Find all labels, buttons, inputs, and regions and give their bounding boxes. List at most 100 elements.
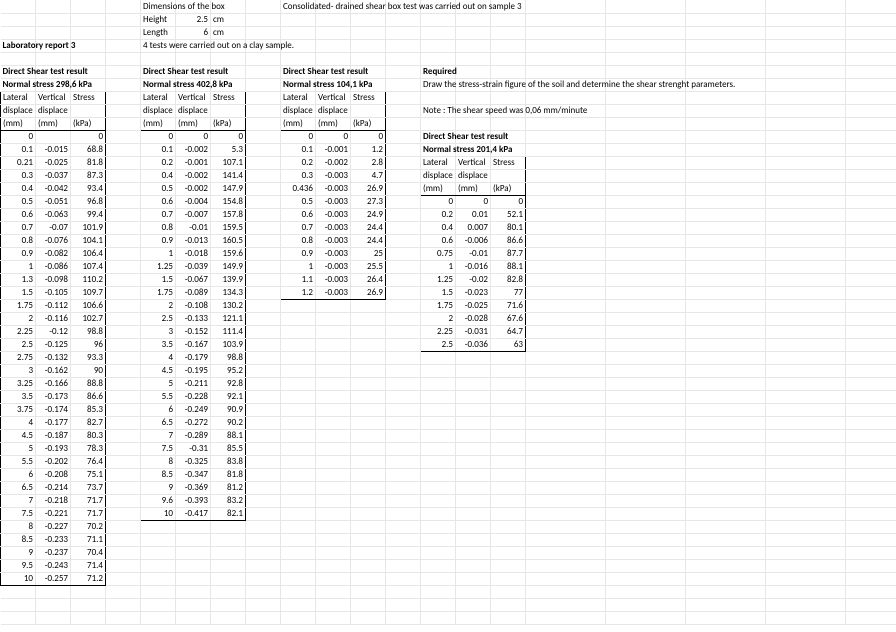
spreadsheet-cell[interactable] <box>106 325 141 338</box>
spreadsheet-cell[interactable] <box>316 351 351 364</box>
cell-vertical[interactable]: -0.013 <box>176 234 211 247</box>
spreadsheet-cell[interactable] <box>491 390 526 403</box>
cell-stress[interactable]: 81.2 <box>211 481 246 494</box>
spreadsheet-cell[interactable] <box>526 91 606 104</box>
spreadsheet-cell[interactable] <box>316 39 351 52</box>
spreadsheet-cell[interactable] <box>686 117 766 130</box>
spreadsheet-cell[interactable] <box>526 416 606 429</box>
spreadsheet-cell[interactable] <box>211 559 246 572</box>
cell-vertical[interactable]: -0.003 <box>316 247 351 260</box>
spreadsheet-cell[interactable] <box>606 195 686 208</box>
cell-lateral[interactable]: 8 <box>1 520 36 533</box>
spreadsheet-cell[interactable] <box>386 52 421 65</box>
spreadsheet-cell[interactable] <box>386 234 421 247</box>
cell-stress[interactable]: 121.1 <box>211 312 246 325</box>
spreadsheet-cell[interactable] <box>386 312 421 325</box>
cell-vertical[interactable]: -0.257 <box>36 572 71 585</box>
cell-vertical[interactable]: -0.218 <box>36 494 71 507</box>
spreadsheet-cell[interactable] <box>766 26 846 39</box>
cell-vertical[interactable]: 0 <box>176 130 211 143</box>
spreadsheet-cell[interactable] <box>386 78 421 91</box>
spreadsheet-cell[interactable] <box>686 442 766 455</box>
spreadsheet-cell[interactable] <box>316 494 351 507</box>
spreadsheet-cell[interactable] <box>491 91 526 104</box>
spreadsheet-cell[interactable] <box>246 104 281 117</box>
spreadsheet-cell[interactable] <box>606 182 686 195</box>
spreadsheet-cell[interactable] <box>316 572 351 585</box>
spreadsheet-cell[interactable] <box>421 533 456 546</box>
spreadsheet-cell[interactable] <box>526 286 606 299</box>
spreadsheet-cell[interactable] <box>526 143 606 156</box>
spreadsheet-cell[interactable] <box>456 507 491 520</box>
spreadsheet-cell[interactable] <box>106 351 141 364</box>
cell-vertical[interactable]: -0.002 <box>176 182 211 195</box>
spreadsheet-cell[interactable] <box>421 598 456 611</box>
spreadsheet-cell[interactable] <box>386 351 421 364</box>
cell-lateral[interactable]: 0.7 <box>281 221 316 234</box>
cell-stress[interactable]: 85.5 <box>211 442 246 455</box>
cell-stress[interactable]: 110.2 <box>71 273 106 286</box>
spreadsheet-cell[interactable] <box>491 65 526 78</box>
spreadsheet-cell[interactable] <box>106 364 141 377</box>
spreadsheet-cell[interactable] <box>686 585 766 598</box>
spreadsheet-cell[interactable] <box>686 221 766 234</box>
spreadsheet-cell[interactable] <box>386 39 421 52</box>
cell-lateral[interactable]: 5.5 <box>1 455 36 468</box>
cell-stress[interactable]: 82.8 <box>491 273 526 286</box>
spreadsheet-cell[interactable] <box>386 481 421 494</box>
spreadsheet-cell[interactable] <box>281 520 316 533</box>
spreadsheet-cell[interactable] <box>386 117 421 130</box>
spreadsheet-cell[interactable] <box>686 247 766 260</box>
cell-vertical[interactable]: -0.233 <box>36 533 71 546</box>
spreadsheet-cell[interactable] <box>1 611 36 624</box>
cell-vertical[interactable]: -0.393 <box>176 494 211 507</box>
spreadsheet-cell[interactable] <box>456 559 491 572</box>
cell-stress[interactable]: 86.6 <box>491 234 526 247</box>
spreadsheet-cell[interactable] <box>491 559 526 572</box>
spreadsheet-cell[interactable] <box>686 325 766 338</box>
spreadsheet-cell[interactable] <box>491 442 526 455</box>
spreadsheet-cell[interactable] <box>686 611 766 624</box>
cell-vertical[interactable]: -0.025 <box>456 299 491 312</box>
spreadsheet-cell[interactable] <box>686 546 766 559</box>
spreadsheet-cell[interactable] <box>526 156 606 169</box>
spreadsheet-cell[interactable] <box>246 390 281 403</box>
spreadsheet-cell[interactable] <box>281 403 316 416</box>
spreadsheet-cell[interactable] <box>316 299 351 312</box>
spreadsheet-cell[interactable] <box>766 507 846 520</box>
cell-lateral[interactable]: 7 <box>1 494 36 507</box>
spreadsheet-cell[interactable] <box>526 611 606 624</box>
spreadsheet-cell[interactable] <box>846 403 896 416</box>
spreadsheet-cell[interactable] <box>421 351 456 364</box>
cell-lateral[interactable]: 0.6 <box>281 208 316 221</box>
spreadsheet-cell[interactable] <box>106 195 141 208</box>
cell-vertical[interactable]: -0.001 <box>316 143 351 156</box>
spreadsheet-cell[interactable] <box>526 260 606 273</box>
spreadsheet-cell[interactable] <box>36 13 71 26</box>
spreadsheet-cell[interactable] <box>106 585 141 598</box>
spreadsheet-cell[interactable] <box>316 377 351 390</box>
spreadsheet-cell[interactable] <box>606 117 686 130</box>
spreadsheet-cell[interactable] <box>281 338 316 351</box>
spreadsheet-cell[interactable] <box>766 598 846 611</box>
spreadsheet-cell[interactable] <box>456 364 491 377</box>
spreadsheet-cell[interactable] <box>386 260 421 273</box>
spreadsheet-cell[interactable] <box>246 26 281 39</box>
spreadsheet-cell[interactable] <box>176 598 211 611</box>
spreadsheet-cell[interactable] <box>141 585 176 598</box>
spreadsheet-cell[interactable] <box>686 286 766 299</box>
spreadsheet-cell[interactable] <box>1 13 36 26</box>
cell-vertical[interactable] <box>36 130 71 143</box>
spreadsheet-cell[interactable] <box>686 143 766 156</box>
cell-stress[interactable]: 0 <box>491 195 526 208</box>
spreadsheet-cell[interactable] <box>386 598 421 611</box>
spreadsheet-cell[interactable] <box>526 364 606 377</box>
spreadsheet-cell[interactable] <box>316 546 351 559</box>
cell-stress[interactable]: 2.8 <box>351 156 386 169</box>
spreadsheet-cell[interactable] <box>766 143 846 156</box>
cell-stress[interactable]: 139.9 <box>211 273 246 286</box>
cell-stress[interactable]: 159.5 <box>211 221 246 234</box>
cell-lateral[interactable]: 5.5 <box>141 390 176 403</box>
spreadsheet-cell[interactable] <box>421 91 456 104</box>
cell-stress[interactable]: 81.8 <box>71 156 106 169</box>
